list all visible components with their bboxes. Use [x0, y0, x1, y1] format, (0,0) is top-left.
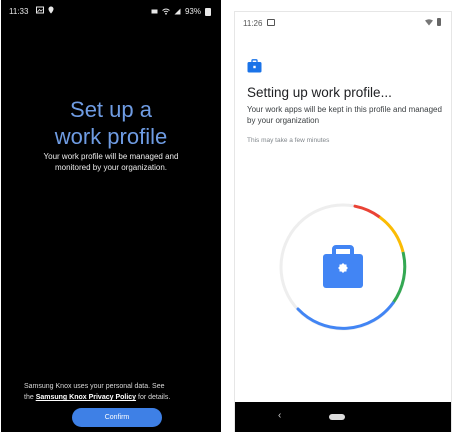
progress-arc-blue	[296, 301, 395, 330]
battery-icon	[437, 18, 441, 26]
navigation-bar: ‹	[235, 402, 451, 432]
image-notification-icon	[267, 19, 275, 26]
page-title: Setting up work profile...	[247, 85, 392, 100]
title-line-2: work profile	[54, 124, 168, 149]
back-button[interactable]: ‹	[278, 410, 281, 421]
status-bar: 11:26	[235, 12, 451, 34]
location-notification-icon	[48, 6, 54, 16]
screenshot-composite: 11:33 93% Set up a work profile Your wor…	[0, 0, 453, 432]
progress-arc-yellow	[378, 215, 405, 253]
signal-icon	[174, 8, 181, 15]
progress-arc-red	[353, 204, 381, 219]
progress-arc-green	[391, 251, 407, 304]
android-setup-screen: 11:26 Setting up work profile... Your wo…	[235, 12, 451, 432]
status-time: 11:26	[243, 19, 263, 28]
status-time: 11:33	[9, 7, 29, 16]
page-subtitle: Your work profile will be managed and mo…	[43, 152, 179, 172]
mute-icon	[151, 9, 158, 14]
knox-note-suffix: for details.	[138, 394, 171, 401]
home-button[interactable]	[329, 414, 345, 420]
progress-hint: This may take a few minutes	[247, 137, 330, 144]
knox-privacy-policy-link[interactable]: Samsung Knox Privacy Policy	[36, 394, 136, 401]
confirm-button[interactable]: Confirm	[72, 408, 162, 427]
knox-privacy-note: Samsung Knox uses your personal data. Se…	[24, 381, 175, 403]
setup-progress-spinner	[279, 203, 407, 331]
page-title: Set up a work profile	[1, 96, 221, 150]
samsung-setup-screen: 11:33 93% Set up a work profile Your wor…	[1, 0, 221, 432]
battery-percent: 93%	[184, 7, 201, 16]
status-icons: 93%	[151, 7, 211, 16]
image-notification-icon	[36, 6, 44, 16]
page-subtitle: Your work apps will be kept in this prof…	[247, 105, 442, 125]
status-icons	[425, 18, 441, 26]
battery-icon	[205, 7, 211, 16]
briefcase-icon	[247, 59, 262, 73]
status-bar: 11:33 93%	[1, 0, 221, 22]
wifi-icon	[425, 18, 433, 25]
title-line-1: Set up a	[70, 97, 152, 122]
wifi-icon	[162, 8, 170, 15]
briefcase-icon	[323, 245, 363, 288]
